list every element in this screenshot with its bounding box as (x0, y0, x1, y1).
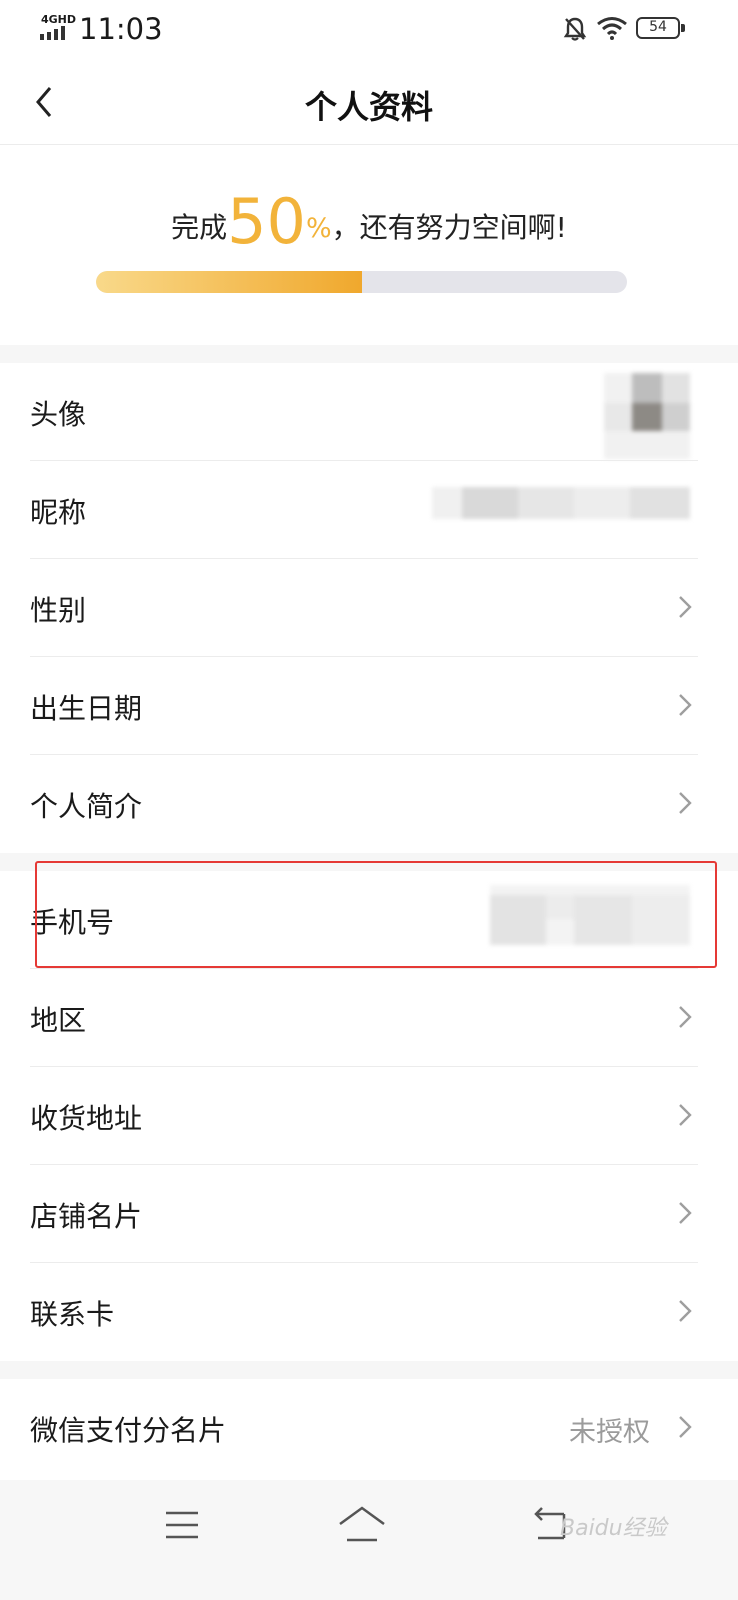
row-label: 头像 (30, 398, 87, 431)
page-title: 个人资料 (304, 88, 433, 126)
chevron-right-icon (679, 1300, 692, 1322)
section-divider (0, 1361, 738, 1379)
signal-strength-icon (40, 26, 65, 40)
row-label: 个人简介 (30, 790, 143, 823)
row-label: 昵称 (30, 496, 87, 529)
row-nickname[interactable]: 昵称 (0, 461, 738, 559)
row-wechat-pay-card[interactable]: 微信支付分名片 未授权 (0, 1379, 738, 1479)
row-label: 手机号 (30, 906, 115, 939)
row-phone[interactable]: 手机号 (0, 871, 738, 969)
chevron-right-icon (679, 1104, 692, 1126)
completion-progress-fill (96, 271, 362, 293)
system-nav-bar: Baidu经验 (0, 1480, 738, 1600)
row-label: 联系卡 (30, 1298, 115, 1331)
watermark: Baidu经验 (560, 1516, 667, 1541)
avatar (604, 373, 690, 459)
row-label: 地区 (30, 1004, 87, 1037)
phone-value-redacted (490, 885, 690, 945)
row-shop-card[interactable]: 店铺名片 (0, 1165, 738, 1263)
row-label: 收货地址 (30, 1102, 143, 1135)
row-label: 性别 (30, 594, 87, 627)
row-birthday[interactable]: 出生日期 (0, 657, 738, 755)
chevron-right-icon (679, 792, 692, 814)
completion-suffix: ，还有努力空间啊! (331, 211, 567, 244)
row-bio[interactable]: 个人简介 (0, 755, 738, 853)
chevron-right-icon (679, 694, 692, 716)
nav-bar: 个人资料 (0, 62, 738, 145)
section-divider (0, 853, 738, 871)
completion-progress-bar (96, 271, 627, 293)
row-contact-card[interactable]: 联系卡 (0, 1263, 738, 1361)
section-divider (0, 345, 738, 363)
chevron-right-icon (679, 1006, 692, 1028)
muted-bell-icon (563, 17, 587, 41)
row-label: 店铺名片 (30, 1200, 143, 1233)
chevron-right-icon (679, 1202, 692, 1224)
battery-icon: 54 (636, 17, 685, 39)
chevron-right-icon (679, 596, 692, 618)
completion-percent: 50 (227, 185, 307, 258)
completion-percent-unit: % (306, 213, 332, 244)
battery-level: 54 (649, 19, 667, 35)
completion-prefix: 完成 (171, 211, 228, 244)
menu-icon[interactable] (164, 1510, 200, 1540)
network-type-label: 4GHD (41, 13, 77, 26)
clock: 11:03 (79, 12, 163, 46)
authorization-status: 未授权 (569, 1417, 650, 1448)
home-icon[interactable] (337, 1504, 387, 1544)
row-gender[interactable]: 性别 (0, 559, 738, 657)
chevron-right-icon (679, 1416, 692, 1438)
row-label: 微信支付分名片 (30, 1414, 227, 1447)
row-label: 出生日期 (30, 692, 143, 725)
row-shipping-address[interactable]: 收货地址 (0, 1067, 738, 1165)
wifi-icon (597, 17, 627, 40)
profile-completion-section: 完成50%，还有努力空间啊! (0, 145, 738, 345)
row-avatar[interactable]: 头像 (0, 363, 738, 461)
completion-message: 完成50%，还有努力空间啊! (0, 185, 738, 258)
profile-list: 头像 昵称 性别 出生日期 个人简介 手机号 地区 收货地址 店铺名片 联系卡 … (0, 363, 738, 1479)
row-region[interactable]: 地区 (0, 969, 738, 1067)
nickname-value-redacted (432, 487, 690, 519)
status-bar: 4GHD 11:03 54 (0, 0, 738, 62)
